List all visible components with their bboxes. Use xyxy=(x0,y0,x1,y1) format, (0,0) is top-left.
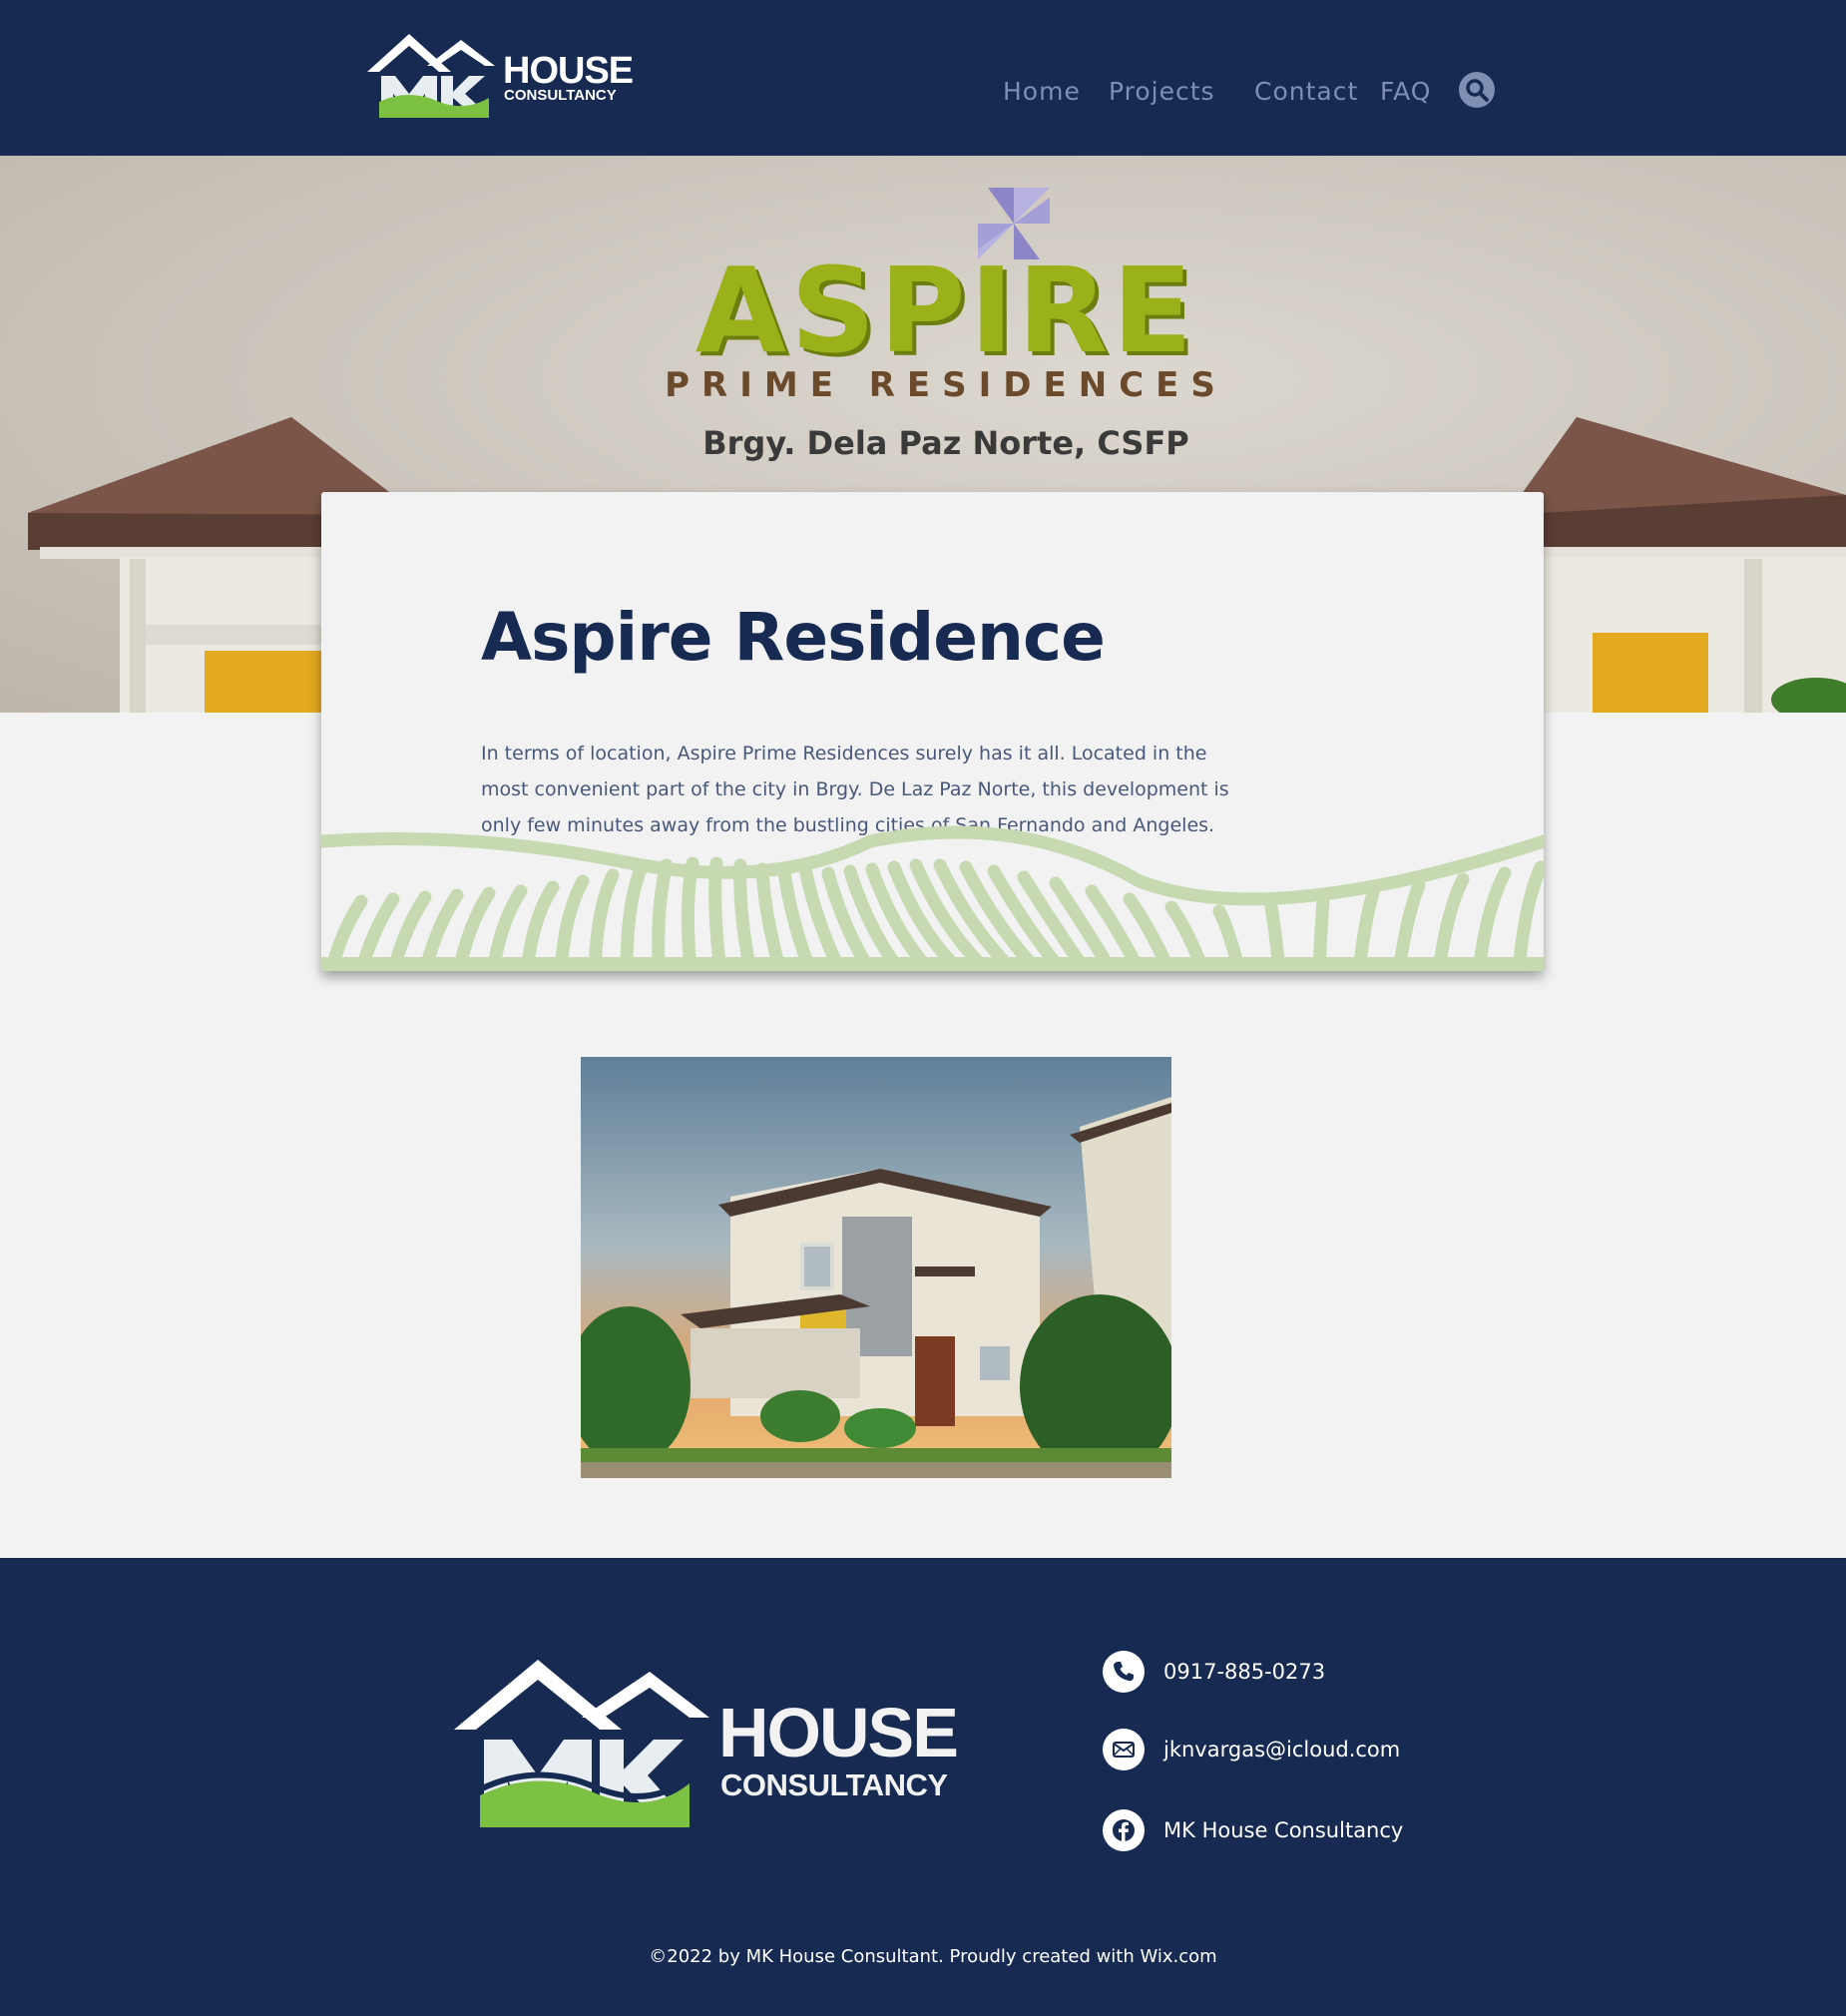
nav-home[interactable]: Home xyxy=(1003,72,1081,112)
site-header: HOUSE CONSULTANCY Home Projects Contact … xyxy=(0,0,1846,156)
site-footer: HOUSE CONSULTANCY 0917-885-0273 jknvarga… xyxy=(0,1558,1846,2016)
search-button[interactable] xyxy=(1459,72,1495,108)
logo-text-consultancy: CONSULTANCY xyxy=(504,87,617,104)
mail-icon xyxy=(1103,1729,1145,1770)
nav-projects[interactable]: Projects xyxy=(1109,72,1215,112)
footer-logo-text-consultancy: CONSULTANCY xyxy=(720,1767,948,1802)
phone-icon xyxy=(1103,1651,1145,1693)
house-logo-icon xyxy=(367,34,495,118)
footer-logo-text-house: HOUSE xyxy=(718,1694,959,1771)
wave-pattern-decoration xyxy=(321,825,1544,971)
copyright-text: ©2022 by MK House Consultant. Proudly cr… xyxy=(649,1946,1217,1967)
info-card: Aspire Residence In terms of location, A… xyxy=(321,492,1544,971)
prime-residences-text: PRIME RESIDENCES xyxy=(665,365,1227,405)
email-address[interactable]: jknvargas@icloud.com xyxy=(1163,1729,1400,1770)
hero-location: Brgy. Dela Paz Norte, CSFP xyxy=(702,424,1189,462)
logo-text-house: HOUSE xyxy=(503,50,634,92)
house-photo xyxy=(581,1057,1171,1478)
aspire-brand-text: ASPIRE xyxy=(694,242,1197,379)
phone-number[interactable]: 0917-885-0273 xyxy=(1163,1651,1325,1693)
nav-contact[interactable]: Contact xyxy=(1254,72,1358,112)
facebook-page-link[interactable]: MK House Consultancy xyxy=(1163,1809,1403,1851)
nav-faq[interactable]: FAQ xyxy=(1380,72,1431,112)
footer-logo[interactable]: HOUSE CONSULTANCY xyxy=(454,1658,959,1827)
house-logo-icon xyxy=(454,1660,709,1827)
house-photo-image xyxy=(581,1057,1171,1478)
site-logo[interactable]: HOUSE CONSULTANCY xyxy=(365,30,634,118)
search-icon xyxy=(1466,79,1489,102)
facebook-icon xyxy=(1103,1809,1145,1851)
page-title: Aspire Residence xyxy=(481,599,1106,676)
